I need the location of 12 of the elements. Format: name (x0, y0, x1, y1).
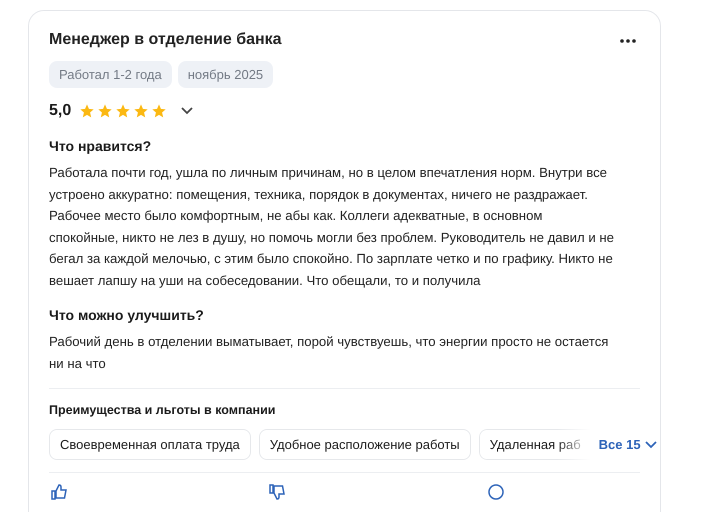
rating-value: 5,0 (49, 102, 72, 120)
review-text: Рабочий день в отделении выматывает, порой чувствуешь, что энергии просто не остается ни на что (49, 333, 610, 372)
tag: Работал 1-2 года (49, 61, 172, 88)
benefit-chip: Своевременная оплата труда (49, 429, 251, 460)
review-title: Менеджер в отделение банка (49, 31, 282, 49)
section-heading: Что можно улучшить? (49, 307, 205, 323)
section-heading: Что нравится? (49, 138, 152, 154)
benefits-heading: Преимущества и льготы в компании (49, 403, 276, 417)
benefit-chip: Удобное расположение работы (258, 429, 471, 460)
tag: ноябрь 2025 (178, 61, 274, 88)
review-text: Работала почти год, ушла по личным причинам, но в целом впечатления норм. Внутри все устроено аккуратно: помещения, техника, порядок в документах, ничего не раздражает. Рабочее место было комфортным, не абы как. Коллеги адекватные, в основном спокойные, никто не лез в душу, но помочь могли без проблем. Руководитель не давил и не бегал за каждой мелочью, с этим было спокойно. По зарплате четко и по графику. Никто не вешает лапшу на уши на собеседовании. Что обещали, то и получила (49, 164, 615, 290)
show-all-button[interactable]: Все 15 (598, 437, 657, 452)
